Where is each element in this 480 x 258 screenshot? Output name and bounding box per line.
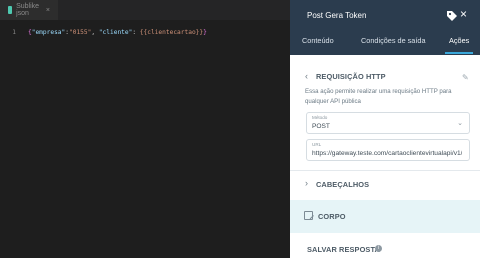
tab-conteudo[interactable]: Conteúdo — [302, 36, 334, 45]
colon: : — [132, 28, 140, 36]
section-title-body[interactable]: CORPO — [318, 212, 346, 221]
tag-icon[interactable] — [446, 9, 458, 21]
expand-icon[interactable] — [304, 211, 313, 220]
method-select[interactable]: Método POST ⌄ — [306, 112, 470, 134]
code-area[interactable]: 1 {"empresa":"0155", "cliente": {{client… — [0, 20, 290, 37]
method-value: POST — [312, 123, 330, 130]
url-label: URL — [312, 142, 322, 147]
code-editor: Sublike json × 1 {"empresa":"0155", "cli… — [0, 0, 290, 258]
info-icon[interactable]: i — [375, 245, 382, 252]
edit-icon[interactable]: ✎ — [462, 73, 469, 82]
template-variable: {{clientecartao}} — [139, 28, 204, 36]
active-tab-indicator — [445, 52, 473, 54]
url-field[interactable]: URL https://gateway.teste.com/cartaoclie… — [306, 139, 470, 161]
chevron-left-icon[interactable]: ‹ — [305, 71, 308, 81]
method-label: Método — [312, 115, 328, 120]
json-key: "empresa" — [31, 28, 66, 36]
code-line: 1 {"empresa":"0155", "cliente": {{client… — [0, 27, 290, 37]
json-string: "0155" — [69, 28, 92, 36]
divider — [290, 170, 480, 171]
json-file-icon — [8, 6, 13, 14]
properties-panel: Post Gera Token × Conteúdo Condições de … — [290, 0, 480, 258]
tab-acoes[interactable]: Ações — [449, 36, 469, 45]
panel-tabs: Conteúdo Condições de saída Ações — [290, 33, 480, 55]
line-number: 1 — [12, 28, 16, 36]
editor-tab[interactable]: Sublike json × — [0, 0, 58, 20]
editor-tabbar: Sublike json × — [0, 0, 290, 20]
chevron-right-icon[interactable]: › — [305, 178, 308, 188]
section-title-save-response[interactable]: SALVAR RESPOSTA — [307, 245, 380, 254]
close-brace: } — [203, 28, 207, 36]
tab-condicoes-de-saida[interactable]: Condições de saída — [361, 36, 426, 45]
editor-tab-label: Sublike json — [16, 3, 40, 17]
section-description: Essa ação permite realizar uma requisiçã… — [305, 88, 452, 105]
chevron-down-icon: ⌄ — [457, 120, 463, 127]
close-icon[interactable]: × — [46, 7, 50, 14]
panel-header: Post Gera Token × Conteúdo Condições de … — [290, 0, 480, 55]
section-title-http[interactable]: REQUISIÇÃO HTTP — [316, 72, 386, 81]
close-icon[interactable]: × — [460, 8, 467, 20]
url-value: https://gateway.teste.com/cartaoclientev… — [312, 150, 462, 157]
section-title-headers[interactable]: CABEÇALHOS — [316, 180, 369, 189]
comma: , — [91, 28, 99, 36]
json-key: "cliente" — [98, 28, 133, 36]
line-source: {"empresa":"0155", "cliente": {{clientec… — [28, 29, 207, 36]
panel-title: Post Gera Token — [307, 11, 367, 20]
